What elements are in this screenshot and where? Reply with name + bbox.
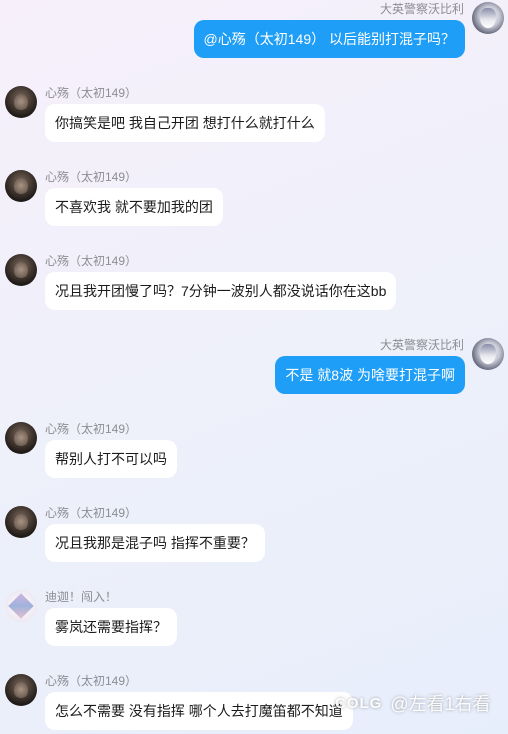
message-bubble[interactable]: 况且我那是混子吗 指挥不重要？ xyxy=(45,524,265,562)
user-avatar[interactable] xyxy=(5,86,37,118)
message-bubble[interactable]: 不是 就8波 为啥要打混子啊 xyxy=(275,356,465,394)
user-avatar[interactable] xyxy=(5,590,37,622)
message-bubble[interactable]: @心殇（太初149） 以后能别打混子吗？ xyxy=(193,20,465,58)
sender-name: 心殇（太初149） xyxy=(45,422,138,436)
message-bubble[interactable]: 怎么不需要 没有指挥 哪个人去打魔笛都不知道 xyxy=(45,692,353,730)
user-avatar[interactable] xyxy=(5,674,37,706)
message-bubble[interactable]: 你搞笑是吧 我自己开团 想打什么就打什么 xyxy=(45,104,325,142)
sender-name: 大英警察沃比利 xyxy=(379,2,464,16)
user-avatar[interactable] xyxy=(472,2,504,34)
user-avatar[interactable] xyxy=(5,506,37,538)
sender-name: 心殇（太初149） xyxy=(45,254,138,268)
user-avatar[interactable] xyxy=(5,170,37,202)
watermark: COLG @左看1右看 xyxy=(335,690,491,716)
message-bubble[interactable]: 雾岚还需要指挥？ xyxy=(45,608,177,646)
user-avatar[interactable] xyxy=(5,254,37,286)
sender-name: 迪迦！闯入！ xyxy=(45,590,118,604)
sender-name: 大英警察沃比利 xyxy=(379,338,464,352)
sender-name: 心殇（太初149） xyxy=(45,86,138,100)
colg-logo: COLG xyxy=(335,694,383,712)
sender-name: 心殇（太初149） xyxy=(45,506,138,520)
watermark-text: @左看1右看 xyxy=(390,694,491,714)
sender-name: 心殇（太初149） xyxy=(45,674,138,688)
sender-name: 心殇（太初149） xyxy=(45,170,138,184)
message-bubble[interactable]: 况且我开团慢了吗？7分钟一波别人都没说话你在这bb xyxy=(45,272,397,310)
message-bubble[interactable]: 不喜欢我 就不要加我的团 xyxy=(45,188,223,226)
user-avatar[interactable] xyxy=(5,422,37,454)
message-bubble[interactable]: 帮别人打不可以吗 xyxy=(45,440,177,478)
user-avatar[interactable] xyxy=(472,338,504,370)
